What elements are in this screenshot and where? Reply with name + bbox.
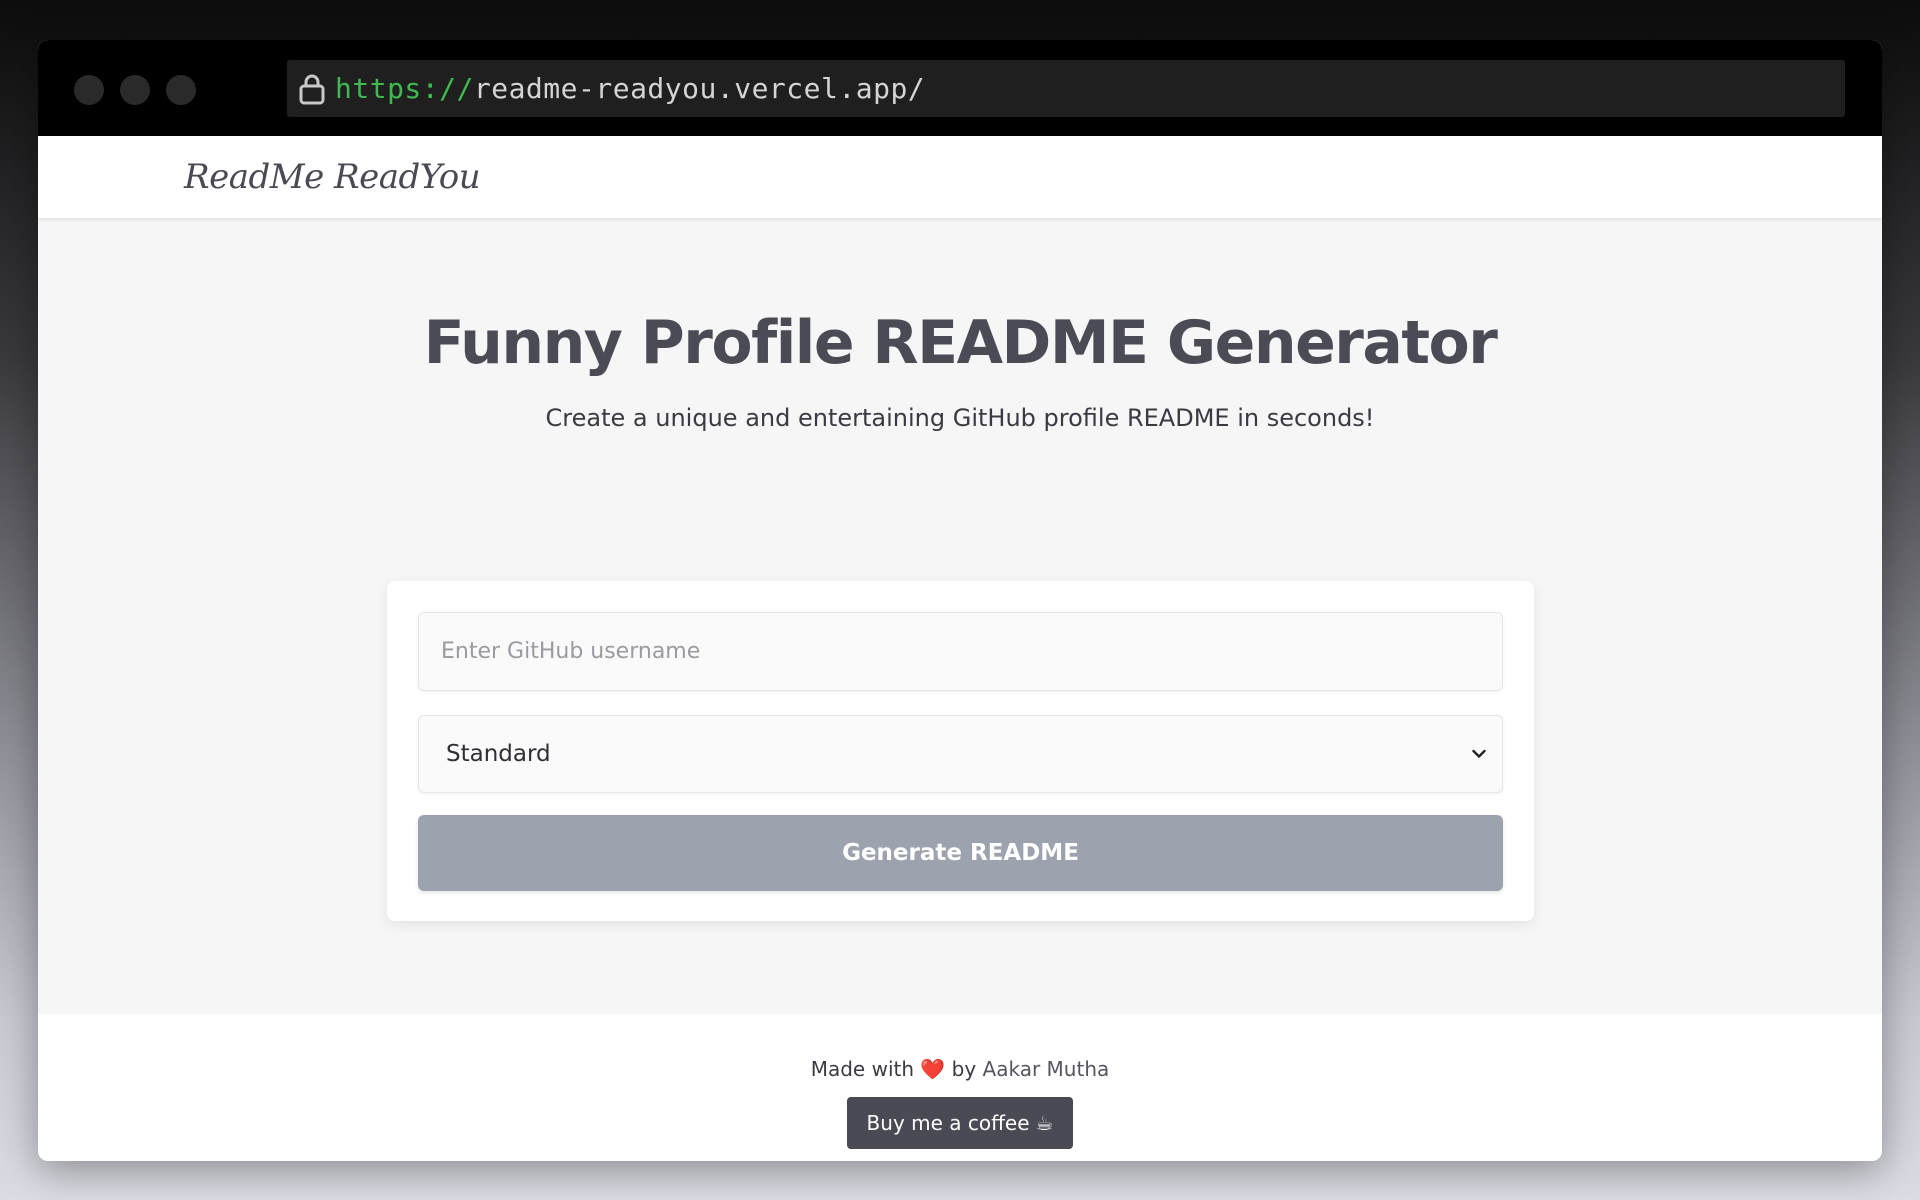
coffee-icon: ☕: [1035, 1111, 1054, 1135]
by-text: by: [951, 1057, 977, 1081]
lock-icon: [297, 71, 327, 107]
browser-chrome: https://readme-readyou.vercel.app/: [38, 40, 1882, 136]
url-text: https://readme-readyou.vercel.app/: [335, 72, 925, 105]
made-with-text: Made with: [810, 1057, 915, 1081]
page-subtitle: Create a unique and entertaining GitHub …: [545, 404, 1375, 432]
page-title: Funny Profile README Generator: [423, 308, 1498, 378]
coffee-button-label: Buy me a coffee: [866, 1111, 1030, 1135]
window-close-dot[interactable]: [74, 75, 104, 105]
url-host: readme-readyou.vercel.app/: [473, 72, 926, 105]
footer-credit: Made with ❤️ by Aakar Mutha: [38, 1057, 1882, 1081]
generator-form-card: Standard Generate README: [387, 581, 1534, 921]
window-maximize-dot[interactable]: [166, 75, 196, 105]
brand-logo[interactable]: ReadMe ReadYou: [184, 157, 481, 197]
style-select-value: Standard: [446, 741, 551, 767]
url-scheme: https://: [335, 72, 474, 105]
browser-window: https://readme-readyou.vercel.app/ ReadM…: [38, 40, 1882, 1161]
window-minimize-dot[interactable]: [120, 75, 150, 105]
generate-readme-button[interactable]: Generate README: [418, 815, 1503, 891]
address-bar[interactable]: https://readme-readyou.vercel.app/: [287, 60, 1845, 117]
buy-me-a-coffee-button[interactable]: Buy me a coffee ☕: [847, 1097, 1073, 1149]
navbar: ReadMe ReadYou: [38, 136, 1882, 218]
heart-icon: ❤️: [920, 1057, 946, 1081]
chevron-down-icon: [1470, 745, 1488, 763]
github-username-input[interactable]: [418, 612, 1503, 691]
style-select[interactable]: Standard: [418, 715, 1503, 793]
author-link[interactable]: Aakar Mutha: [983, 1057, 1110, 1081]
footer: Made with ❤️ by Aakar Mutha Buy me a cof…: [38, 1014, 1882, 1161]
